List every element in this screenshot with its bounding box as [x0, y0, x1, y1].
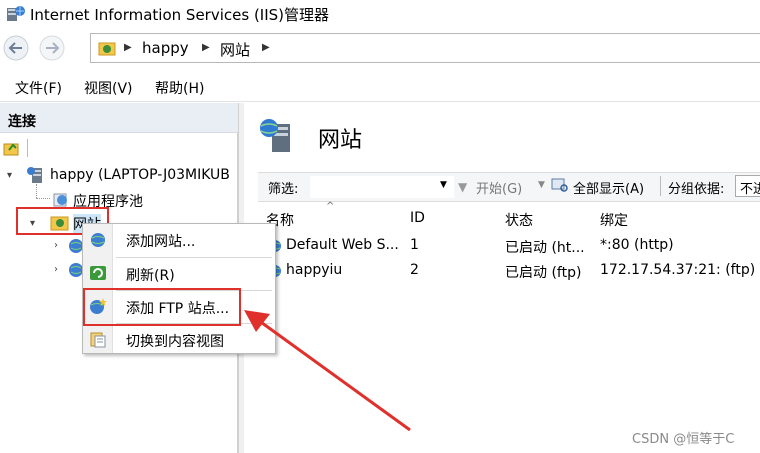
context-menu-separator: [116, 257, 272, 258]
connect-icon[interactable]: [3, 140, 21, 156]
tree-item-server[interactable]: happy (LAPTOP-J03MIKUB: [50, 167, 230, 183]
menu-file[interactable]: 文件(F): [15, 78, 62, 98]
site-status-cell: 已启动 (ftp): [505, 265, 582, 281]
server-icon: [27, 167, 42, 183]
site-name-cell[interactable]: happyiu: [286, 262, 342, 278]
filter-input[interactable]: [310, 176, 454, 198]
address-bar[interactable]: [90, 33, 760, 63]
tree-line: [36, 198, 50, 199]
context-menu-add-site[interactable]: 添加网站...: [126, 231, 195, 251]
connections-title: 连接: [8, 114, 36, 130]
chevron-down-icon[interactable]: ▼: [440, 180, 447, 190]
column-header-id[interactable]: ID: [410, 210, 425, 226]
breadcrumb-sites[interactable]: 网站: [220, 39, 250, 60]
highlight-box-add-ftp: [83, 288, 241, 326]
iis-manager-icon: [7, 6, 25, 21]
toolbar-separator: [660, 176, 661, 196]
annotation-arrow: [244, 310, 411, 432]
column-header-status[interactable]: 状态: [505, 210, 533, 230]
chevron-right-icon[interactable]: ›: [54, 264, 58, 275]
show-all-button[interactable]: 全部显示(A): [573, 178, 644, 197]
forward-button[interactable]: [38, 34, 66, 62]
show-all-icon: [551, 178, 568, 192]
menu-help[interactable]: 帮助(H): [155, 78, 204, 98]
sites-header-icon: [260, 119, 290, 152]
context-menu-content-view[interactable]: 切换到内容视图: [126, 331, 224, 351]
site-name-cell[interactable]: Default Web S...: [286, 237, 399, 253]
context-menu-refresh[interactable]: 刷新(R): [126, 265, 175, 285]
app-pool-icon: [53, 193, 67, 207]
breadcrumb-separator-icon[interactable]: ▶: [262, 42, 270, 53]
watermark: CSDN @恒等于C: [632, 432, 735, 447]
site-binding-cell: 172.17.54.37:21: (ftp): [600, 262, 756, 278]
folder-globe-icon: [98, 42, 116, 56]
chevron-down-icon[interactable]: ▾: [7, 170, 12, 181]
refresh-icon: [90, 266, 106, 280]
site-status-cell: 已启动 (ht...: [505, 240, 585, 256]
group-by-value: 不进: [740, 182, 760, 197]
window-title: Internet Information Services (IIS)管理器: [30, 6, 330, 24]
group-by-label: 分组依据:: [668, 182, 725, 197]
globe-add-icon: [91, 233, 105, 247]
breadcrumb-server[interactable]: happy: [142, 39, 189, 57]
breadcrumb-separator-icon: ▶: [124, 42, 132, 53]
site-id-cell: 2: [410, 262, 419, 278]
start-button[interactable]: 开始(G): [476, 178, 522, 197]
toolbar-separator: [27, 139, 28, 157]
site-id-cell: 1: [410, 237, 419, 253]
menu-view[interactable]: 视图(V): [84, 78, 133, 98]
sort-ascending-icon: ^: [326, 201, 335, 212]
content-view-icon: [90, 332, 106, 348]
back-arrow-icon: [3, 35, 29, 61]
forward-arrow-icon: [39, 35, 65, 61]
filter-label: 筛选:: [268, 182, 299, 197]
chevron-right-icon[interactable]: ›: [54, 240, 58, 251]
chevron-down-icon[interactable]: ▼: [538, 180, 545, 190]
breadcrumb-separator-icon: ▶: [202, 42, 210, 53]
tree-line: [36, 184, 37, 198]
back-button[interactable]: [2, 34, 30, 62]
page-title: 网站: [318, 128, 363, 153]
site-binding-cell: *:80 (http): [600, 237, 674, 253]
column-header-binding[interactable]: 绑定: [600, 210, 628, 230]
filter-funnel-icon: ▼: [458, 180, 468, 194]
